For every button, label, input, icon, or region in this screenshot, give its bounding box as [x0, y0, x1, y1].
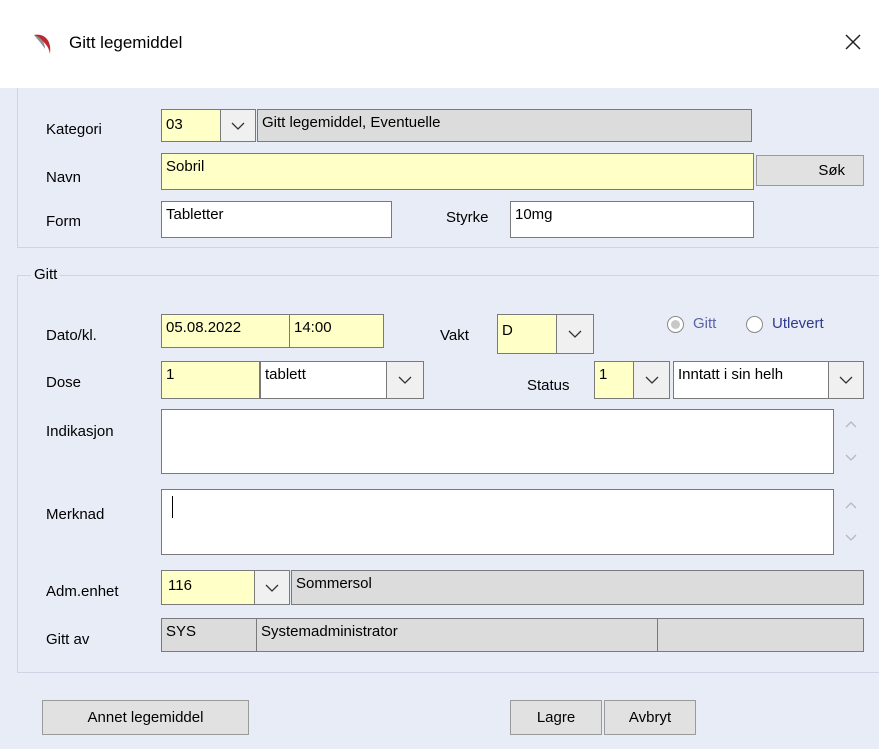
gitt-group-legend: Gitt [31, 266, 61, 284]
gitt-av-name: Systemadministrator [256, 618, 658, 652]
adm-enhet-name: Sommersol [291, 570, 864, 605]
chevron-down-icon [645, 376, 658, 384]
styrke-field[interactable]: 10mg [510, 201, 754, 238]
kategori-dropdown-button[interactable] [220, 109, 256, 142]
dialog-body: Kategori 03 Gitt legemiddel, Eventuelle … [0, 88, 879, 749]
gitt-av-code: SYS [161, 618, 257, 652]
indikasjon-scroll-up[interactable] [843, 416, 859, 432]
date-field[interactable]: 05.08.2022 [161, 314, 290, 348]
chevron-down-icon [398, 376, 412, 384]
close-icon [845, 34, 861, 50]
dose-unit-select[interactable]: tablett [260, 361, 387, 399]
gitt-av-extra [657, 618, 864, 652]
status-label: Status [527, 377, 570, 394]
save-button[interactable]: Lagre [510, 700, 602, 735]
vakt-field[interactable]: D [497, 314, 559, 354]
utlevert-radio[interactable] [746, 316, 763, 333]
adm-enhet-label: Adm.enhet [46, 583, 119, 600]
close-button[interactable] [835, 24, 871, 60]
dose-label: Dose [46, 374, 82, 391]
scroll-up-icon [845, 502, 857, 509]
title-bar: Gitt legemiddel [0, 0, 879, 88]
merknad-scroll-up[interactable] [843, 497, 859, 513]
kategori-code-field[interactable]: 03 [161, 109, 221, 142]
app-logo-icon [34, 34, 51, 54]
status-select[interactable]: Inntatt i sin helh [673, 361, 829, 399]
styrke-label: Styrke [446, 209, 489, 226]
navn-label: Navn [46, 169, 82, 186]
form-label: Form [46, 213, 81, 230]
chevron-down-icon [839, 376, 853, 384]
search-button[interactable]: Søk [756, 155, 864, 186]
status-code-dropdown-button[interactable] [633, 361, 670, 399]
gitt-av-label: Gitt av [46, 631, 90, 648]
dose-field[interactable]: 1 [161, 361, 260, 399]
scroll-up-icon [845, 421, 857, 428]
utlevert-radio-label: Utlevert [772, 315, 824, 332]
vakt-label: Vakt [440, 327, 469, 344]
window-title: Gitt legemiddel [69, 33, 183, 52]
chevron-down-icon [231, 122, 245, 130]
indikasjon-label: Indikasjon [46, 423, 114, 440]
navn-field[interactable]: Sobril [161, 153, 754, 190]
kategori-label: Kategori [46, 121, 102, 138]
scroll-down-icon [845, 454, 857, 461]
chevron-down-icon [568, 330, 582, 338]
status-code-field[interactable]: 1 [594, 361, 634, 399]
adm-enhet-code-field[interactable]: 116 [161, 570, 255, 605]
cancel-button[interactable]: Avbryt [604, 700, 696, 735]
vakt-dropdown-button[interactable] [556, 314, 594, 354]
status-dropdown-button[interactable] [828, 361, 864, 399]
gitt-radio-label: Gitt [693, 315, 717, 332]
adm-enhet-dropdown-button[interactable] [254, 570, 290, 605]
indikasjon-textarea[interactable] [161, 409, 834, 474]
dato-label: Dato/kl. [46, 327, 97, 344]
form-field[interactable]: Tabletter [161, 201, 392, 238]
time-field[interactable]: 14:00 [289, 314, 384, 348]
merknad-scroll-down[interactable] [843, 530, 859, 546]
scroll-down-icon [845, 534, 857, 541]
merknad-textarea[interactable] [161, 489, 834, 555]
merknad-label: Merknad [46, 506, 105, 523]
text-cursor [172, 496, 173, 518]
annet-legemiddel-button[interactable]: Annet legemiddel [42, 700, 249, 735]
indikasjon-scroll-down[interactable] [843, 450, 859, 466]
kategori-description: Gitt legemiddel, Eventuelle [257, 109, 752, 142]
dose-unit-dropdown-button[interactable] [386, 361, 424, 399]
gitt-radio[interactable] [667, 316, 684, 333]
chevron-down-icon [265, 584, 279, 592]
